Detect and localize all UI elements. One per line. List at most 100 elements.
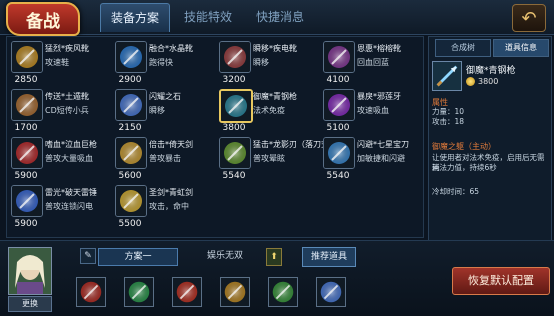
item-price: 5900	[14, 219, 38, 229]
item-name: 圣剑*青虹剑	[149, 188, 193, 197]
item-desc: 普攻连锁闪电	[45, 202, 93, 211]
item-slot[interactable]: 御魔*青钢枪 法术免疫 3800	[217, 87, 317, 133]
bottom-bar: 更换 ✎ 方案一 娱乐无双 ⬆ 推荐道具 恢复默认配置	[0, 240, 554, 316]
item-icon	[323, 89, 355, 121]
item-grid: 猛烈*疾风靴 攻速鞋 2850 融合*水晶靴 跑得快 2900 瞬移*疾电靴 瞬移 3200 恩惠…	[6, 36, 424, 238]
equipped-item-slot[interactable]	[76, 277, 106, 307]
item-icon	[219, 137, 251, 169]
item-name: 御魔*青钢枪	[253, 92, 297, 101]
item-price: 5500	[118, 219, 142, 229]
item-slot[interactable]: 传送*土遁靴 CD短传小兵 1700	[9, 87, 109, 133]
plan-one-button[interactable]: 方案一	[98, 248, 178, 266]
item-slot[interactable]: 闪耀之石瞬移 2150	[113, 87, 213, 133]
item-name: 暴戾*邪莲牙	[357, 92, 401, 101]
tab-equipment-plan[interactable]: 装备方案	[100, 3, 170, 32]
equipped-item-slot[interactable]	[268, 277, 298, 307]
item-slot[interactable]: 恩惠*榕榕靴 回血回蓝 4100	[321, 39, 421, 85]
item-info-panel: 合成树 道具信息 御魔*青钢枪 3800 属性 力量：10 攻击：18 御魔之躯…	[428, 36, 552, 263]
item-slot[interactable]: 暴戾*邪莲牙 攻速吸血 5100	[321, 87, 421, 133]
item-name: 瞬移*疾电靴	[253, 44, 297, 53]
equipped-item-slot[interactable]	[172, 277, 202, 307]
equipped-item-slot[interactable]	[220, 277, 250, 307]
tab-skill-effects[interactable]: 技能特效	[174, 3, 242, 31]
item-slot[interactable]: 瞬移*疾电靴 瞬移 3200	[217, 39, 317, 85]
item-price: 3200	[222, 75, 246, 85]
item-icon	[219, 41, 251, 73]
attribute-strength: 力量：10	[432, 107, 465, 116]
item-desc: 攻速吸血	[357, 106, 389, 115]
item-slot[interactable]: 雷光*破天雷锤 普攻连锁闪电 5900	[9, 183, 109, 229]
item-slot[interactable]: 闪避*七星宝刀 加敏捷和闪避 5540	[321, 135, 421, 181]
skill-title: 御魔之躯（主动）	[432, 142, 496, 151]
item-price: 5540	[326, 171, 350, 181]
restore-default-button[interactable]: 恢复默认配置	[452, 267, 550, 295]
plan-two-button[interactable]: 娱乐无双	[188, 248, 262, 264]
item-desc: 跑得快	[149, 58, 173, 67]
equipped-item-slot[interactable]	[124, 277, 154, 307]
item-icon	[323, 137, 355, 169]
skill-desc-line-2: 耗法力值，持续6秒	[432, 163, 497, 172]
item-detail: 御魔*青钢枪 3800 属性 力量：10 攻击：18 御魔之躯（主动） 让使用者…	[432, 61, 546, 257]
item-icon	[11, 137, 43, 169]
item-price: 2900	[118, 75, 142, 85]
gold-coin-icon	[466, 77, 475, 86]
item-name: 闪耀之石	[149, 92, 181, 101]
item-desc: 普攻暴击	[149, 154, 181, 163]
item-icon	[219, 89, 253, 123]
item-slot[interactable]: 猛击*龙影刃（落刀式） 普攻晕眩 5540	[217, 135, 337, 181]
tab-item-info[interactable]: 道具信息	[493, 39, 549, 57]
edit-pen-icon[interactable]: ✎	[80, 248, 96, 264]
item-price: 5540	[222, 171, 246, 181]
item-price: 2150	[118, 123, 142, 133]
tab-synthesis-tree[interactable]: 合成树	[435, 39, 491, 57]
item-name: 倍击*倚天剑	[149, 140, 193, 149]
hero-avatar[interactable]	[8, 247, 52, 295]
attribute-attack: 攻击：18	[432, 117, 465, 126]
item-desc: 攻击，命中	[149, 202, 189, 211]
item-icon	[115, 185, 147, 217]
return-arrow-icon[interactable]: ↶	[512, 4, 546, 32]
item-price: 3800	[222, 123, 246, 133]
item-desc: 攻速鞋	[45, 58, 69, 67]
item-slot[interactable]: 猛烈*疾风靴 攻速鞋 2850	[9, 39, 109, 85]
item-name: 雷光*破天雷锤	[45, 188, 97, 197]
item-icon	[11, 185, 43, 217]
item-icon	[115, 137, 147, 169]
item-slot[interactable]: 嗜血*泣血巨枪 普攻大量吸血 5900	[9, 135, 109, 181]
selected-item-price: 3800	[478, 77, 499, 86]
cooldown-text: 冷却时间：65	[432, 187, 480, 196]
item-icon	[115, 41, 147, 73]
selected-item-name: 御魔*青钢枪	[466, 66, 516, 76]
item-icon	[11, 89, 43, 121]
item-icon	[115, 89, 147, 121]
item-desc: 瞬移	[149, 106, 165, 115]
item-price: 5900	[14, 171, 38, 181]
item-slot[interactable]: 圣剑*青虹剑 攻击，命中 5500	[113, 183, 213, 229]
item-desc: 普攻大量吸血	[45, 154, 93, 163]
top-tabs: 装备方案 技能特效 快捷消息	[100, 3, 318, 32]
page-badge: 备战	[6, 2, 80, 36]
item-price: 1700	[14, 123, 38, 133]
item-desc: 普攻晕眩	[253, 154, 285, 163]
item-price: 4100	[326, 75, 350, 85]
tab-quick-messages[interactable]: 快捷消息	[246, 3, 314, 31]
item-desc: 回血回蓝	[357, 58, 389, 67]
item-icon	[323, 41, 355, 73]
item-name: 恩惠*榕榕靴	[357, 44, 401, 53]
item-desc: 法术免疫	[253, 106, 285, 115]
item-name: 嗜血*泣血巨枪	[45, 140, 97, 149]
item-price: 5100	[326, 123, 350, 133]
swap-hero-button[interactable]: 更换	[8, 296, 52, 312]
item-desc: CD短传小兵	[45, 106, 89, 115]
recommend-items-button[interactable]: 推荐道具	[302, 247, 356, 267]
item-name: 猛烈*疾风靴	[45, 44, 89, 53]
item-desc: 加敏捷和闪避	[357, 154, 405, 163]
item-name: 传送*土遁靴	[45, 92, 89, 101]
item-slot[interactable]: 融合*水晶靴 跑得快 2900	[113, 39, 213, 85]
item-icon	[11, 41, 43, 73]
item-name: 融合*水晶靴	[149, 44, 193, 53]
up-arrow-icon[interactable]: ⬆	[266, 248, 282, 266]
equipped-item-slot[interactable]	[316, 277, 346, 307]
item-slot[interactable]: 倍击*倚天剑 普攻暴击 5600	[113, 135, 213, 181]
item-name: 闪避*七星宝刀	[357, 140, 409, 149]
